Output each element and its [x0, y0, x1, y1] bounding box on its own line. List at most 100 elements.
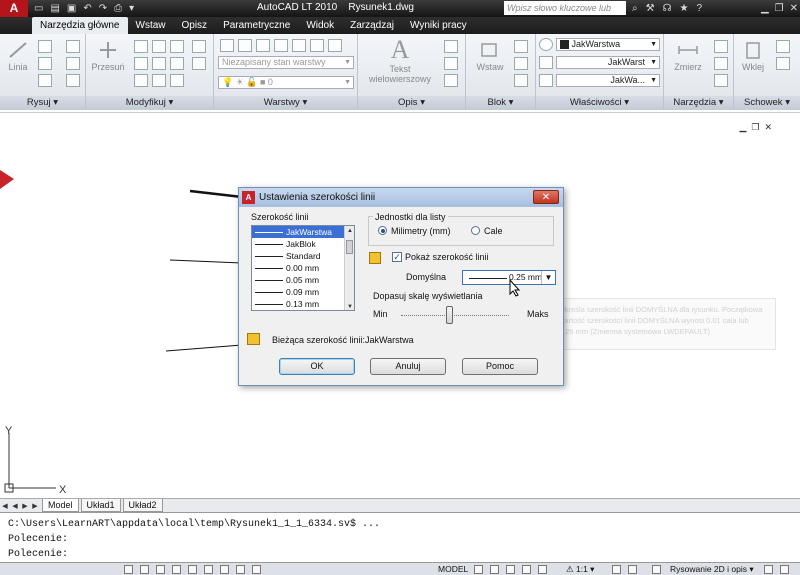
qat-dropdown-icon[interactable]: ▾ [129, 3, 134, 14]
annotation-visibility-icon[interactable] [612, 565, 621, 574]
dialog-title-bar[interactable]: A Ustawienia szerokości linii ✕ [239, 188, 563, 207]
communication-icon[interactable]: ☊ [663, 0, 672, 17]
lineweight-icon[interactable] [539, 74, 553, 87]
lineweight-toggle-icon[interactable] [252, 565, 261, 574]
edit-block-icon[interactable] [514, 57, 528, 70]
lock-icon[interactable] [764, 565, 773, 574]
osnap-icon[interactable] [188, 565, 197, 574]
list-item[interactable]: JakWarstwa [252, 226, 354, 238]
panel-label-annotation[interactable]: Opis ▾ [358, 96, 465, 110]
layer-icon[interactable] [238, 39, 252, 52]
erase-icon[interactable] [170, 40, 184, 53]
prev-tab-icon[interactable]: ◀ [10, 502, 20, 510]
last-tab-icon[interactable]: ▶ [30, 502, 40, 510]
layer-icon[interactable] [274, 39, 288, 52]
table-icon[interactable] [444, 74, 458, 87]
scrollbar-thumb[interactable] [346, 240, 353, 254]
redo-icon[interactable]: ↷ [99, 3, 107, 14]
create-block-icon[interactable] [514, 40, 528, 53]
layer-state-dropdown[interactable]: Niezapisany stan warstwy ▼ [218, 56, 354, 69]
rectangle-icon[interactable] [66, 40, 80, 53]
lineweight-listbox[interactable]: JakWarstwa JakBlok Standard 0.00 mm 0.05… [251, 225, 355, 311]
display-scale-slider[interactable] [401, 315, 509, 316]
tab-output[interactable]: Wyniki pracy [402, 17, 475, 34]
slider-thumb[interactable] [446, 306, 453, 324]
command-prompt[interactable]: Polecenie: [8, 547, 792, 562]
insert-block-button[interactable]: Wstaw [470, 40, 510, 72]
layer-icon[interactable] [328, 39, 342, 52]
steering-wheel-icon[interactable] [538, 565, 547, 574]
list-item[interactable]: 0.09 mm [252, 286, 354, 298]
layer-properties-icon[interactable] [220, 39, 234, 52]
panel-label-properties[interactable]: Właściwości ▾ [536, 96, 663, 110]
ellipse-icon[interactable] [66, 74, 80, 87]
search-input[interactable]: Wpisz słowo kluczowe lub frazę [504, 1, 626, 27]
workspace-switch[interactable]: Rysowanie 2D i opis ▾ [670, 564, 754, 575]
minimize-icon[interactable]: ▁ [761, 0, 769, 17]
ok-button[interactable]: OK [279, 358, 355, 375]
tab-layout2[interactable]: Układ2 [122, 499, 163, 512]
tab-manage[interactable]: Zarządzaj [342, 17, 402, 34]
scroll-up-icon[interactable]: ▲ [345, 226, 354, 236]
search-icon[interactable]: ⌕ [632, 0, 638, 17]
layout-icon[interactable] [490, 565, 499, 574]
move-button[interactable]: Przesuń [89, 40, 127, 72]
linetype-dropdown[interactable]: JakWarst ▼ [556, 56, 660, 69]
drawn-line[interactable] [165, 344, 243, 352]
pan-icon[interactable] [506, 565, 515, 574]
zoom-icon[interactable] [522, 565, 531, 574]
trim-icon[interactable] [152, 40, 166, 53]
paste-button[interactable]: Wklej [736, 40, 770, 72]
stretch-icon[interactable] [134, 74, 148, 87]
subscription-icon[interactable]: ⚒ [646, 0, 655, 17]
cut-icon[interactable] [776, 40, 790, 53]
hatch-icon[interactable] [66, 57, 80, 70]
radio-inches[interactable] [471, 226, 480, 235]
dyn-icon[interactable] [236, 565, 245, 574]
grid-icon[interactable] [140, 565, 149, 574]
arc-icon[interactable] [38, 74, 52, 87]
copy-clip-icon[interactable] [776, 57, 790, 70]
close-icon[interactable]: ✕ [790, 0, 798, 17]
radio-mm-label[interactable]: Milimetry (mm) [391, 226, 450, 236]
tab-home[interactable]: Narzędzia główne [32, 17, 128, 34]
copy-icon[interactable] [134, 57, 148, 70]
list-item[interactable]: 0.00 mm [252, 262, 354, 274]
chevron-down-icon[interactable]: ▼ [541, 271, 555, 284]
snap-icon[interactable] [124, 565, 133, 574]
drawn-line[interactable] [189, 189, 243, 199]
save-icon[interactable]: ▣ [67, 3, 76, 14]
open-icon[interactable]: ▤ [50, 3, 59, 14]
layout-icon[interactable] [474, 565, 483, 574]
panel-label-layers[interactable]: Warstwy ▾ [214, 96, 357, 110]
line-button[interactable]: Linia [3, 40, 33, 72]
otrack-icon[interactable] [204, 565, 213, 574]
offset-icon[interactable] [192, 57, 206, 70]
ducs-icon[interactable] [220, 565, 229, 574]
clean-screen-icon[interactable] [780, 565, 789, 574]
radio-inches-label[interactable]: Cale [484, 226, 503, 236]
fillet-icon[interactable] [170, 57, 184, 70]
calculator-icon[interactable] [714, 57, 728, 70]
panel-label-clipboard[interactable]: Schowek ▾ [734, 96, 800, 110]
attribute-icon[interactable] [514, 74, 528, 87]
drawn-line[interactable] [169, 259, 243, 264]
panel-label-modify[interactable]: Modyfikuj ▾ [86, 96, 213, 110]
polyline-icon[interactable] [38, 40, 52, 53]
mtext-button[interactable]: A Tekst wielowierszowy [362, 36, 438, 85]
rotate-icon[interactable] [134, 40, 148, 53]
measure-button[interactable]: Zmierz [666, 40, 710, 72]
ortho-icon[interactable] [156, 565, 165, 574]
color-wheel-icon[interactable] [539, 38, 553, 51]
layer-dropdown[interactable]: 💡 ☀ 🔓 ■ 0 ▼ [218, 76, 354, 89]
show-lineweight-checkbox[interactable]: ✓ [392, 252, 402, 262]
first-tab-icon[interactable]: ◀ [0, 502, 10, 510]
layer-icon[interactable] [310, 39, 324, 52]
dialog-close-button[interactable]: ✕ [533, 190, 559, 204]
help-icon[interactable]: ? [696, 0, 702, 17]
id-point-icon[interactable] [714, 74, 728, 87]
model-space-button[interactable]: MODEL [438, 564, 468, 574]
array-icon[interactable] [170, 74, 184, 87]
workspace-icon[interactable] [652, 565, 661, 574]
command-line[interactable]: C:\Users\LearnART\appdata\local\temp\Rys… [0, 512, 800, 562]
